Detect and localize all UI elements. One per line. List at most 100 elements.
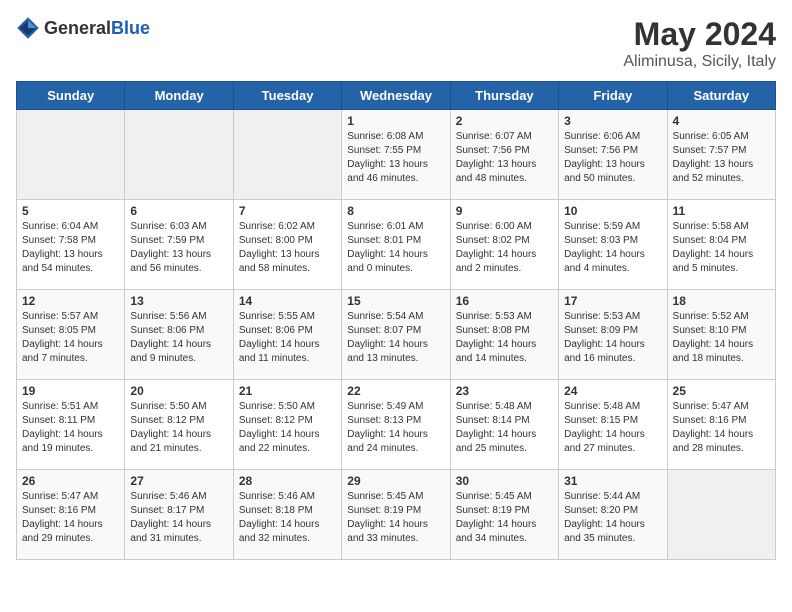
cell-content: Sunrise: 5:46 AM Sunset: 8:18 PM Dayligh…	[239, 490, 336, 546]
calendar-cell: 26 Sunrise: 5:47 AM Sunset: 8:16 PM Dayl…	[17, 470, 125, 560]
calendar-cell: 21 Sunrise: 5:50 AM Sunset: 8:12 PM Dayl…	[233, 380, 341, 470]
daylight-text: Daylight: 14 hours and 0 minutes.	[347, 249, 428, 274]
sunset-text: Sunset: 8:07 PM	[347, 325, 421, 336]
sunset-text: Sunset: 8:01 PM	[347, 235, 421, 246]
cell-content: Sunrise: 5:45 AM Sunset: 8:19 PM Dayligh…	[456, 490, 553, 546]
cell-content: Sunrise: 5:55 AM Sunset: 8:06 PM Dayligh…	[239, 310, 336, 366]
calendar-cell: 16 Sunrise: 5:53 AM Sunset: 8:08 PM Dayl…	[450, 290, 558, 380]
day-number: 17	[564, 294, 661, 308]
daylight-text: Daylight: 13 hours and 50 minutes.	[564, 159, 645, 184]
weekday-header-monday: Monday	[125, 82, 233, 110]
calendar-cell: 17 Sunrise: 5:53 AM Sunset: 8:09 PM Dayl…	[559, 290, 667, 380]
calendar-cell	[667, 470, 775, 560]
cell-content: Sunrise: 6:02 AM Sunset: 8:00 PM Dayligh…	[239, 220, 336, 276]
day-number: 21	[239, 384, 336, 398]
cell-content: Sunrise: 5:53 AM Sunset: 8:08 PM Dayligh…	[456, 310, 553, 366]
cell-content: Sunrise: 6:07 AM Sunset: 7:56 PM Dayligh…	[456, 130, 553, 186]
cell-content: Sunrise: 6:03 AM Sunset: 7:59 PM Dayligh…	[130, 220, 227, 276]
daylight-text: Daylight: 14 hours and 34 minutes.	[456, 519, 537, 544]
weekday-header-tuesday: Tuesday	[233, 82, 341, 110]
day-number: 12	[22, 294, 119, 308]
sunrise-text: Sunrise: 6:03 AM	[130, 221, 206, 232]
sunset-text: Sunset: 8:16 PM	[673, 415, 747, 426]
sunrise-text: Sunrise: 6:00 AM	[456, 221, 532, 232]
calendar-cell: 3 Sunrise: 6:06 AM Sunset: 7:56 PM Dayli…	[559, 110, 667, 200]
daylight-text: Daylight: 14 hours and 14 minutes.	[456, 339, 537, 364]
calendar-cell	[233, 110, 341, 200]
cell-content: Sunrise: 5:44 AM Sunset: 8:20 PM Dayligh…	[564, 490, 661, 546]
cell-content: Sunrise: 6:00 AM Sunset: 8:02 PM Dayligh…	[456, 220, 553, 276]
sunrise-text: Sunrise: 5:44 AM	[564, 491, 640, 502]
daylight-text: Daylight: 14 hours and 2 minutes.	[456, 249, 537, 274]
daylight-text: Daylight: 14 hours and 27 minutes.	[564, 429, 645, 454]
logo-general: General	[44, 18, 111, 38]
sunset-text: Sunset: 8:19 PM	[347, 505, 421, 516]
calendar-cell: 15 Sunrise: 5:54 AM Sunset: 8:07 PM Dayl…	[342, 290, 450, 380]
day-number: 16	[456, 294, 553, 308]
weekday-header-thursday: Thursday	[450, 82, 558, 110]
calendar-cell: 11 Sunrise: 5:58 AM Sunset: 8:04 PM Dayl…	[667, 200, 775, 290]
sunset-text: Sunset: 7:57 PM	[673, 145, 747, 156]
calendar-cell: 4 Sunrise: 6:05 AM Sunset: 7:57 PM Dayli…	[667, 110, 775, 200]
cell-content: Sunrise: 5:48 AM Sunset: 8:14 PM Dayligh…	[456, 400, 553, 456]
calendar-cell: 6 Sunrise: 6:03 AM Sunset: 7:59 PM Dayli…	[125, 200, 233, 290]
weekday-header-friday: Friday	[559, 82, 667, 110]
day-number: 1	[347, 114, 444, 128]
cell-content: Sunrise: 5:53 AM Sunset: 8:09 PM Dayligh…	[564, 310, 661, 366]
calendar-cell: 22 Sunrise: 5:49 AM Sunset: 8:13 PM Dayl…	[342, 380, 450, 470]
daylight-text: Daylight: 14 hours and 21 minutes.	[130, 429, 211, 454]
day-number: 27	[130, 474, 227, 488]
daylight-text: Daylight: 13 hours and 48 minutes.	[456, 159, 537, 184]
sunset-text: Sunset: 8:10 PM	[673, 325, 747, 336]
calendar-cell: 8 Sunrise: 6:01 AM Sunset: 8:01 PM Dayli…	[342, 200, 450, 290]
calendar-week-row: 12 Sunrise: 5:57 AM Sunset: 8:05 PM Dayl…	[17, 290, 776, 380]
title-area: May 2024 Aliminusa, Sicily, Italy	[623, 16, 776, 71]
sunset-text: Sunset: 8:03 PM	[564, 235, 638, 246]
day-number: 22	[347, 384, 444, 398]
calendar-cell: 30 Sunrise: 5:45 AM Sunset: 8:19 PM Dayl…	[450, 470, 558, 560]
calendar-cell: 1 Sunrise: 6:08 AM Sunset: 7:55 PM Dayli…	[342, 110, 450, 200]
sunset-text: Sunset: 8:12 PM	[130, 415, 204, 426]
day-number: 30	[456, 474, 553, 488]
logo-text: GeneralBlue	[44, 18, 150, 39]
sunset-text: Sunset: 8:06 PM	[239, 325, 313, 336]
day-number: 2	[456, 114, 553, 128]
calendar-week-row: 26 Sunrise: 5:47 AM Sunset: 8:16 PM Dayl…	[17, 470, 776, 560]
cell-content: Sunrise: 5:51 AM Sunset: 8:11 PM Dayligh…	[22, 400, 119, 456]
header: GeneralBlue May 2024 Aliminusa, Sicily, …	[16, 16, 776, 71]
calendar-cell: 12 Sunrise: 5:57 AM Sunset: 8:05 PM Dayl…	[17, 290, 125, 380]
calendar-cell: 5 Sunrise: 6:04 AM Sunset: 7:58 PM Dayli…	[17, 200, 125, 290]
sunset-text: Sunset: 8:08 PM	[456, 325, 530, 336]
cell-content: Sunrise: 5:56 AM Sunset: 8:06 PM Dayligh…	[130, 310, 227, 366]
weekday-header-sunday: Sunday	[17, 82, 125, 110]
day-number: 10	[564, 204, 661, 218]
sunset-text: Sunset: 7:58 PM	[22, 235, 96, 246]
day-number: 18	[673, 294, 770, 308]
calendar-cell: 20 Sunrise: 5:50 AM Sunset: 8:12 PM Dayl…	[125, 380, 233, 470]
sunrise-text: Sunrise: 5:49 AM	[347, 401, 423, 412]
sunset-text: Sunset: 7:55 PM	[347, 145, 421, 156]
sunrise-text: Sunrise: 5:50 AM	[239, 401, 315, 412]
calendar-cell	[17, 110, 125, 200]
sunset-text: Sunset: 8:16 PM	[22, 505, 96, 516]
calendar-week-row: 5 Sunrise: 6:04 AM Sunset: 7:58 PM Dayli…	[17, 200, 776, 290]
sunrise-text: Sunrise: 5:50 AM	[130, 401, 206, 412]
day-number: 8	[347, 204, 444, 218]
cell-content: Sunrise: 5:59 AM Sunset: 8:03 PM Dayligh…	[564, 220, 661, 276]
cell-content: Sunrise: 6:01 AM Sunset: 8:01 PM Dayligh…	[347, 220, 444, 276]
calendar-cell: 23 Sunrise: 5:48 AM Sunset: 8:14 PM Dayl…	[450, 380, 558, 470]
cell-content: Sunrise: 5:47 AM Sunset: 8:16 PM Dayligh…	[673, 400, 770, 456]
calendar-cell: 13 Sunrise: 5:56 AM Sunset: 8:06 PM Dayl…	[125, 290, 233, 380]
sunrise-text: Sunrise: 6:01 AM	[347, 221, 423, 232]
daylight-text: Daylight: 14 hours and 18 minutes.	[673, 339, 754, 364]
day-number: 9	[456, 204, 553, 218]
daylight-text: Daylight: 14 hours and 32 minutes.	[239, 519, 320, 544]
calendar-cell: 10 Sunrise: 5:59 AM Sunset: 8:03 PM Dayl…	[559, 200, 667, 290]
day-number: 28	[239, 474, 336, 488]
daylight-text: Daylight: 14 hours and 33 minutes.	[347, 519, 428, 544]
cell-content: Sunrise: 5:48 AM Sunset: 8:15 PM Dayligh…	[564, 400, 661, 456]
logo-icon	[16, 16, 40, 40]
day-number: 26	[22, 474, 119, 488]
sunset-text: Sunset: 7:59 PM	[130, 235, 204, 246]
cell-content: Sunrise: 5:49 AM Sunset: 8:13 PM Dayligh…	[347, 400, 444, 456]
